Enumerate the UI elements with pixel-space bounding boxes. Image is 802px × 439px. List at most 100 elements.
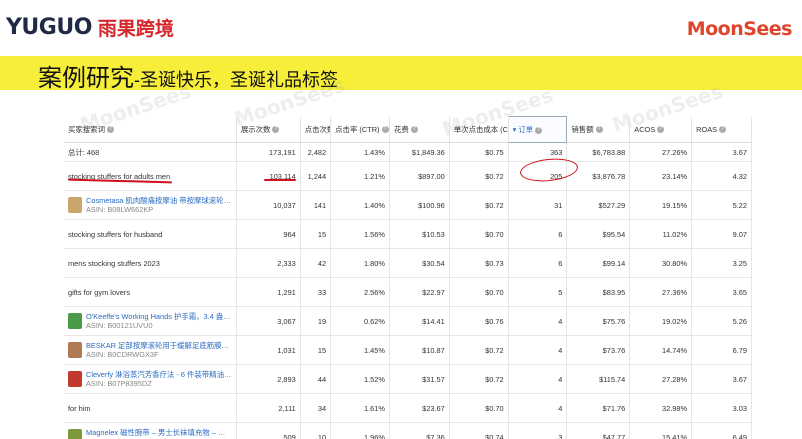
metric-cell: 1,291 (236, 277, 301, 307)
metric-cell: 15 (300, 219, 332, 249)
product-asin: ASIN: B08LW662KP (86, 205, 154, 214)
metric-cell: $30.54 (389, 248, 450, 278)
product-item[interactable]: BESKAR 足部按摩滚轮用于缓解足底筋膜炎,足部...ASIN: B0CDRW… (68, 341, 232, 359)
metric-cell: 6.49 (691, 422, 752, 439)
metric-cell: 103,114 (236, 161, 301, 191)
metric-cell: 1.80% (330, 248, 390, 278)
help-icon[interactable]: ? (657, 126, 665, 134)
search-term-cell[interactable]: gifts for gym lovers (64, 277, 237, 307)
metric-cell: $10.53 (389, 219, 450, 249)
table-row: BESKAR 足部按摩滚轮用于缓解足底筋膜炎,足部...ASIN: B0CDRW… (64, 335, 752, 365)
product-cell[interactable]: BESKAR 足部按摩滚轮用于缓解足底筋膜炎,足部...ASIN: B0CDRW… (64, 335, 237, 365)
help-icon[interactable]: ? (106, 126, 114, 134)
total-cell: 173,191 (236, 142, 301, 162)
total-cell: $6,783.88 (566, 142, 631, 162)
column-header[interactable]: 点击率 (CTR)? (330, 116, 390, 143)
metric-cell: 141 (300, 190, 332, 220)
product-title-link[interactable]: Cosmetasa 肌肉酸痛按摩油 带按摩球滚轮 – 山... (86, 196, 232, 205)
metric-cell: $0.73 (449, 248, 509, 278)
metric-cell: 5 (508, 277, 568, 307)
product-cell[interactable]: Magnelex 磁性腕带 – 男士长袜填充物 – 均码适...ASIN: B0… (64, 422, 237, 439)
metric-cell: 15.41% (629, 422, 693, 439)
total-cell: 27.26% (629, 142, 693, 162)
metric-cell: 34 (300, 393, 332, 423)
product-thumbnail[interactable] (68, 342, 82, 358)
metric-cell: $10.87 (389, 335, 450, 365)
product-item[interactable]: Cleverfy 淋浴蒸汽芳香疗法 - 6 件装带精油的淋... ASIN: B0… (68, 370, 232, 388)
slide: YUGUO 雨果跨境 MoonSees 案例研究-圣诞快乐，圣诞礼品标签 Moo… (0, 0, 802, 439)
metric-cell: 1.45% (330, 335, 390, 365)
product-asin: ASIN: B00121UVU0 (86, 321, 153, 330)
product-cell[interactable]: Cosmetasa 肌肉酸痛按摩油 带按摩球滚轮 – 山... ASIN: B08… (64, 190, 237, 220)
column-header[interactable]: 点击次数? (300, 116, 332, 143)
product-thumbnail[interactable] (68, 371, 82, 387)
metric-cell: 19.15% (629, 190, 693, 220)
column-header[interactable]: ▾ 订单? (507, 116, 568, 143)
metric-cell: $99.14 (566, 248, 631, 278)
table-row: for him 2,111 34 1.61% $23.67 $0.70 4 $71.76 32.… (64, 393, 752, 423)
table-body: 总计: 468 173,191 2,482 1.43% $1,849.36 $0.75 3 6… (64, 142, 752, 439)
search-term-cell[interactable]: stocking stuffers for adults men (64, 161, 237, 191)
help-icon[interactable]: ? (595, 126, 603, 134)
product-thumbnail[interactable] (68, 313, 82, 329)
logo-en: YUGUO (6, 15, 92, 40)
product-item[interactable]: Cosmetasa 肌肉酸痛按摩油 带按摩球滚轮 – 山... ASIN: B08… (68, 196, 232, 214)
metric-cell: $0.70 (449, 277, 509, 307)
column-header-label: 点击率 (CTR) (335, 124, 380, 134)
help-icon[interactable]: ? (410, 126, 418, 134)
metric-cell: 15 (300, 335, 332, 365)
search-term-cell[interactable]: stocking stuffers for husband (64, 219, 237, 249)
metric-cell: 27.28% (629, 364, 693, 394)
metric-cell: $0.72 (449, 190, 509, 220)
column-header[interactable]: 花费? (389, 116, 450, 143)
column-header-label: 买家搜索词 (68, 124, 105, 134)
column-header[interactable]: ROAS? (691, 116, 752, 143)
metric-cell: $23.67 (389, 393, 450, 423)
product-title-link[interactable]: BESKAR 足部按摩滚轮用于缓解足底筋膜炎,足部... (86, 341, 232, 350)
product-thumbnail[interactable] (68, 429, 82, 439)
metric-cell: $100.96 (389, 190, 450, 220)
metric-cell: 4.32 (691, 161, 752, 191)
metric-cell: $83.95 (566, 277, 631, 307)
metric-cell: 1.61% (330, 393, 390, 423)
table-row: Cosmetasa 肌肉酸痛按摩油 带按摩球滚轮 – 山... ASIN: B08… (64, 190, 752, 220)
help-icon[interactable]: ? (272, 126, 280, 134)
product-title-link[interactable]: O'Keeffe's Working Hands 护手霜，3.4 盎司 -... (86, 312, 232, 321)
column-header-label: ROAS (696, 124, 718, 134)
metric-cell: $22.97 (389, 277, 450, 307)
help-icon[interactable]: ? (381, 126, 389, 134)
metric-cell: 32.98% (629, 393, 693, 423)
column-header[interactable]: 买家搜索词? (64, 116, 237, 143)
column-header[interactable]: ACOS? (629, 116, 693, 143)
column-header-label: 订单 (518, 125, 534, 134)
column-header[interactable]: 销售额? (566, 116, 631, 143)
column-header[interactable]: 展示次数? (236, 116, 301, 143)
product-cell[interactable]: O'Keeffe's Working Hands 护手霜，3.4 盎司 -...… (64, 306, 237, 336)
product-item[interactable]: Magnelex 磁性腕带 – 男士长袜填充物 – 均码适...ASIN: B0… (68, 428, 232, 439)
metric-cell: $14.41 (389, 306, 450, 336)
product-title-link[interactable]: Magnelex 磁性腕带 – 男士长袜填充物 – 均码适... (86, 428, 232, 437)
help-icon[interactable]: ? (719, 126, 727, 134)
table-row: Cleverfy 淋浴蒸汽芳香疗法 - 6 件装带精油的淋... ASIN: B0… (64, 364, 752, 394)
logo-cn: 雨果跨境 (97, 19, 174, 40)
search-term-cell[interactable]: for him (64, 393, 237, 423)
metric-cell: 3.67 (691, 364, 752, 394)
help-icon[interactable]: ? (535, 126, 543, 134)
product-item[interactable]: O'Keeffe's Working Hands 护手霜，3.4 盎司 -...… (68, 312, 232, 330)
metric-cell: $75.76 (566, 306, 631, 336)
product-asin: ASIN: B0CDRWGX3F (86, 350, 159, 359)
product-title-link[interactable]: Cleverfy 淋浴蒸汽芳香疗法 - 6 件装带精油的淋... (86, 370, 232, 379)
metric-cell: 6 (508, 248, 568, 278)
search-term-cell[interactable]: mens stocking stuffers 2023 (64, 248, 237, 278)
metric-cell: 31 (508, 190, 568, 220)
metric-cell: 33 (300, 277, 332, 307)
metric-cell: 10 (300, 422, 332, 439)
total-row: 总计: 468 173,191 2,482 1.43% $1,849.36 $0.75 36… (64, 142, 752, 162)
product-cell[interactable]: Cleverfy 淋浴蒸汽芳香疗法 - 6 件装带精油的淋... ASIN: B0… (64, 364, 237, 394)
column-header-label: ACOS (634, 124, 656, 134)
total-cell: 3.67 (691, 142, 752, 162)
total-cell: $0.75 (449, 142, 509, 162)
product-thumbnail[interactable] (68, 197, 82, 213)
column-header[interactable]: 单次点击成本 (CPC)? (449, 116, 509, 143)
metric-cell: 23.14% (629, 161, 693, 191)
